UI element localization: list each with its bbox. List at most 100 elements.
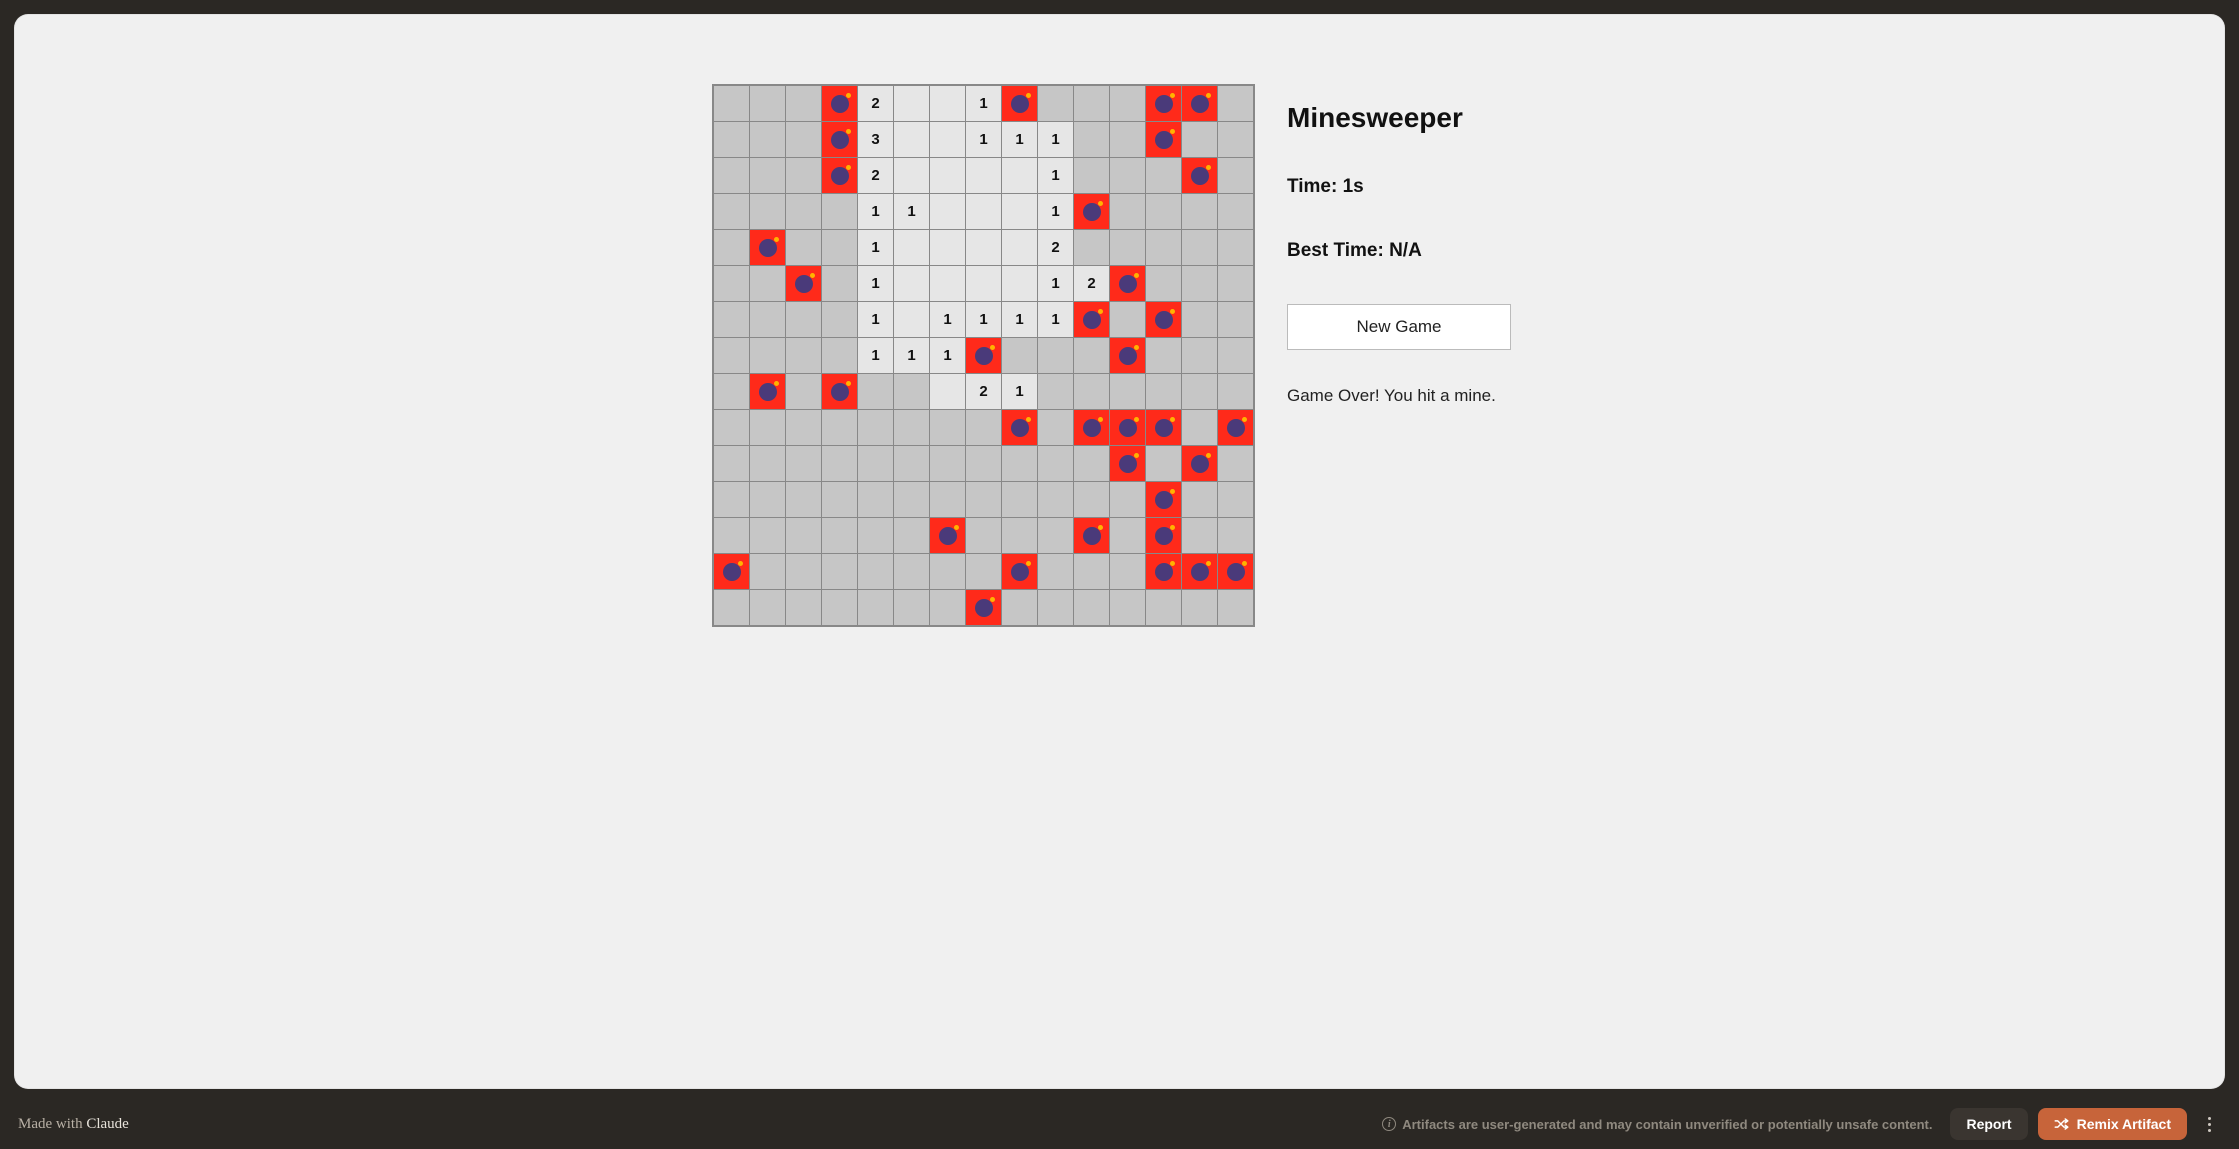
cell-1-6[interactable] [930, 122, 965, 157]
report-button[interactable]: Report [1950, 1108, 2027, 1140]
cell-7-9[interactable] [1038, 338, 1073, 373]
cell-3-0[interactable] [714, 194, 749, 229]
cell-4-3[interactable] [822, 230, 857, 265]
cell-1-7[interactable]: 1 [966, 122, 1001, 157]
cell-12-5[interactable] [894, 518, 929, 553]
cell-5-4[interactable]: 1 [858, 266, 893, 301]
cell-14-5[interactable] [894, 590, 929, 625]
cell-8-7[interactable]: 2 [966, 374, 1001, 409]
cell-1-2[interactable] [786, 122, 821, 157]
cell-3-10[interactable] [1074, 194, 1109, 229]
cell-14-3[interactable] [822, 590, 857, 625]
cell-11-7[interactable] [966, 482, 1001, 517]
cell-2-5[interactable] [894, 158, 929, 193]
cell-11-13[interactable] [1182, 482, 1217, 517]
cell-14-11[interactable] [1110, 590, 1145, 625]
cell-5-8[interactable] [1002, 266, 1037, 301]
cell-13-5[interactable] [894, 554, 929, 589]
cell-8-0[interactable] [714, 374, 749, 409]
cell-2-1[interactable] [750, 158, 785, 193]
cell-6-0[interactable] [714, 302, 749, 337]
cell-12-8[interactable] [1002, 518, 1037, 553]
cell-7-8[interactable] [1002, 338, 1037, 373]
cell-0-5[interactable] [894, 86, 929, 121]
cell-1-10[interactable] [1074, 122, 1109, 157]
cell-7-11[interactable] [1110, 338, 1145, 373]
cell-6-10[interactable] [1074, 302, 1109, 337]
cell-5-1[interactable] [750, 266, 785, 301]
cell-2-9[interactable]: 1 [1038, 158, 1073, 193]
cell-7-3[interactable] [822, 338, 857, 373]
cell-5-11[interactable] [1110, 266, 1145, 301]
cell-14-2[interactable] [786, 590, 821, 625]
cell-9-1[interactable] [750, 410, 785, 445]
cell-12-14[interactable] [1218, 518, 1253, 553]
cell-8-4[interactable] [858, 374, 893, 409]
cell-10-12[interactable] [1146, 446, 1181, 481]
cell-3-1[interactable] [750, 194, 785, 229]
cell-12-9[interactable] [1038, 518, 1073, 553]
cell-4-11[interactable] [1110, 230, 1145, 265]
cell-11-3[interactable] [822, 482, 857, 517]
cell-0-0[interactable] [714, 86, 749, 121]
cell-1-8[interactable]: 1 [1002, 122, 1037, 157]
cell-2-11[interactable] [1110, 158, 1145, 193]
cell-12-12[interactable] [1146, 518, 1181, 553]
cell-14-1[interactable] [750, 590, 785, 625]
cell-3-9[interactable]: 1 [1038, 194, 1073, 229]
cell-2-12[interactable] [1146, 158, 1181, 193]
cell-5-9[interactable]: 1 [1038, 266, 1073, 301]
cell-8-6[interactable] [930, 374, 965, 409]
cell-5-3[interactable] [822, 266, 857, 301]
cell-10-2[interactable] [786, 446, 821, 481]
cell-10-4[interactable] [858, 446, 893, 481]
cell-0-11[interactable] [1110, 86, 1145, 121]
cell-1-5[interactable] [894, 122, 929, 157]
cell-4-5[interactable] [894, 230, 929, 265]
cell-6-4[interactable]: 1 [858, 302, 893, 337]
cell-14-7[interactable] [966, 590, 1001, 625]
cell-8-2[interactable] [786, 374, 821, 409]
cell-6-5[interactable] [894, 302, 929, 337]
cell-12-6[interactable] [930, 518, 965, 553]
cell-12-2[interactable] [786, 518, 821, 553]
cell-4-14[interactable] [1218, 230, 1253, 265]
cell-14-14[interactable] [1218, 590, 1253, 625]
cell-8-11[interactable] [1110, 374, 1145, 409]
cell-4-13[interactable] [1182, 230, 1217, 265]
cell-3-5[interactable]: 1 [894, 194, 929, 229]
cell-5-13[interactable] [1182, 266, 1217, 301]
cell-0-4[interactable]: 2 [858, 86, 893, 121]
cell-11-5[interactable] [894, 482, 929, 517]
cell-13-0[interactable] [714, 554, 749, 589]
cell-12-3[interactable] [822, 518, 857, 553]
cell-3-3[interactable] [822, 194, 857, 229]
cell-4-8[interactable] [1002, 230, 1037, 265]
cell-1-4[interactable]: 3 [858, 122, 893, 157]
cell-7-14[interactable] [1218, 338, 1253, 373]
cell-10-8[interactable] [1002, 446, 1037, 481]
cell-6-8[interactable]: 1 [1002, 302, 1037, 337]
cell-13-1[interactable] [750, 554, 785, 589]
cell-9-4[interactable] [858, 410, 893, 445]
cell-5-14[interactable] [1218, 266, 1253, 301]
remix-artifact-button[interactable]: Remix Artifact [2038, 1108, 2187, 1140]
cell-11-1[interactable] [750, 482, 785, 517]
cell-7-5[interactable]: 1 [894, 338, 929, 373]
more-menu-button[interactable] [2197, 1108, 2221, 1140]
cell-7-0[interactable] [714, 338, 749, 373]
cell-13-12[interactable] [1146, 554, 1181, 589]
cell-4-12[interactable] [1146, 230, 1181, 265]
cell-8-13[interactable] [1182, 374, 1217, 409]
cell-5-10[interactable]: 2 [1074, 266, 1109, 301]
cell-14-4[interactable] [858, 590, 893, 625]
cell-4-1[interactable] [750, 230, 785, 265]
cell-13-4[interactable] [858, 554, 893, 589]
cell-14-0[interactable] [714, 590, 749, 625]
new-game-button[interactable]: New Game [1287, 304, 1511, 350]
cell-13-3[interactable] [822, 554, 857, 589]
cell-12-13[interactable] [1182, 518, 1217, 553]
cell-0-14[interactable] [1218, 86, 1253, 121]
cell-7-12[interactable] [1146, 338, 1181, 373]
cell-14-8[interactable] [1002, 590, 1037, 625]
